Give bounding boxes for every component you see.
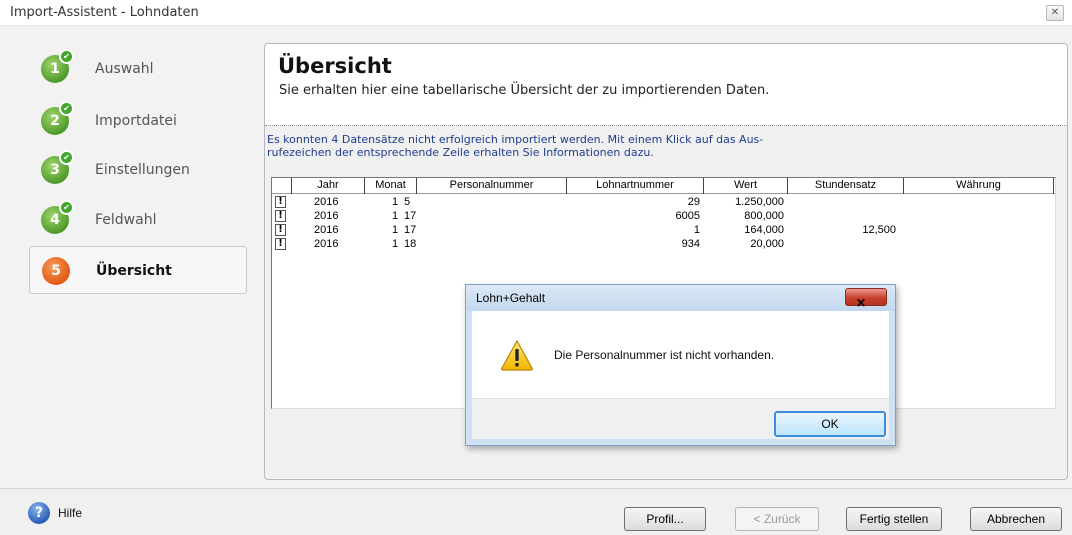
step-number-badge: 5 <box>42 257 70 285</box>
cell-stundensatz <box>792 209 896 223</box>
cell-lohnartnummer: 29 <box>687 196 700 208</box>
cell-wert: 20,000 <box>750 238 784 250</box>
dialog-message: Die Personalnummer ist nicht vorhanden. <box>554 348 775 362</box>
dialog-title: Lohn+Gehalt <box>476 291 546 305</box>
cell-personalnummer: 17 <box>404 210 417 222</box>
profile-button[interactable]: Profil... <box>624 507 706 531</box>
close-icon: ✕ <box>1050 7 1060 18</box>
checkmark-icon: ✔ <box>59 150 74 165</box>
help-link[interactable]: Hilfe <box>58 506 82 520</box>
column-header-monat[interactable]: Monat <box>365 178 417 194</box>
cell-stundensatz <box>792 237 896 251</box>
column-header-wert[interactable]: Wert <box>704 178 788 194</box>
cell-jahr: 2016 <box>314 224 339 236</box>
dialog-titlebar: Lohn+Gehalt ✕ <box>466 285 895 311</box>
step-einstellungen[interactable]: 3 ✔ Einstellungen <box>29 146 247 194</box>
column-header-personalnummer[interactable]: Personalnummer <box>417 178 567 194</box>
table-row[interactable]: ! 2016 1 18 934 20,000 <box>272 237 1055 251</box>
page-title: Übersicht <box>278 54 392 78</box>
cell-wert: 1.250,000 <box>735 196 784 208</box>
ok-button[interactable]: OK <box>774 411 886 437</box>
info-line: Es konnten 4 Datensätze nicht erfolgreic… <box>267 133 764 146</box>
window-titlebar: Import-Assistent - Lohndaten ✕ <box>0 0 1072 26</box>
error-exclamation-button[interactable]: ! <box>275 238 286 250</box>
step-label: Übersicht <box>96 263 172 279</box>
step-label: Feldwahl <box>95 212 157 228</box>
table-row[interactable]: ! 2016 1 17 1 164,000 12,500 <box>272 223 1055 237</box>
cell-personalnummer: 17 <box>404 224 417 236</box>
cell-personalnummer: 18 <box>404 238 417 250</box>
cancel-button[interactable]: Abbrechen <box>970 507 1062 531</box>
table-row[interactable]: ! 2016 1 5 29 1.250,000 <box>272 195 1055 209</box>
back-button[interactable]: < Zurück <box>735 507 819 531</box>
step-importdatei[interactable]: 2 ✔ Importdatei <box>29 97 247 145</box>
cell-lohnartnummer: 934 <box>681 238 700 250</box>
cell-jahr: 2016 <box>314 238 339 250</box>
table-row[interactable]: ! 2016 1 17 6005 800,000 <box>272 209 1055 223</box>
cell-jahr: 2016 <box>314 210 339 222</box>
cell-monat: 1 <box>392 224 399 236</box>
warning-icon <box>501 339 533 371</box>
dialog-close-button[interactable]: ✕ <box>845 288 887 310</box>
error-exclamation-button[interactable]: ! <box>275 196 286 208</box>
error-exclamation-button[interactable]: ! <box>275 210 286 222</box>
panel-header: Übersicht Sie erhalten hier eine tabella… <box>265 44 1067 126</box>
step-uebersicht[interactable]: 5 Übersicht <box>29 246 247 294</box>
step-label: Auswahl <box>95 61 154 77</box>
import-info-text: Es konnten 4 Datensätze nicht erfolgreic… <box>267 133 867 159</box>
page-subtitle: Sie erhalten hier eine tabellarische Übe… <box>279 83 770 98</box>
finish-button[interactable]: Fertig stellen <box>846 507 942 531</box>
step-feldwahl[interactable]: 4 ✔ Feldwahl <box>29 196 247 244</box>
cell-personalnummer: 5 <box>404 196 411 208</box>
cell-lohnartnummer: 6005 <box>675 210 700 222</box>
table-header: Jahr Monat Personalnummer Lohnartnummer … <box>272 178 1055 194</box>
column-header-stundensatz[interactable]: Stundensatz <box>788 178 904 194</box>
step-auswahl[interactable]: 1 ✔ Auswahl <box>29 45 247 93</box>
info-line: rufezeichen der entsprechende Zeile erha… <box>267 146 654 159</box>
cell-lohnartnummer: 1 <box>693 224 700 236</box>
help-icon[interactable]: ? <box>28 502 50 524</box>
cell-stundensatz <box>792 195 896 209</box>
cell-monat: 1 <box>392 210 399 222</box>
column-header-lohnartnummer[interactable]: Lohnartnummer <box>567 178 704 194</box>
close-icon: ✕ <box>856 296 867 310</box>
cell-wert: 800,000 <box>744 210 784 222</box>
window-close-button[interactable]: ✕ <box>1046 5 1064 21</box>
message-dialog: Lohn+Gehalt ✕ Die Personalnummer ist nic… <box>465 284 896 446</box>
cell-stundensatz: 12,500 <box>862 224 896 236</box>
wizard-footer: ? Hilfe Profil... < Zurück Fertig stelle… <box>0 488 1072 535</box>
cell-jahr: 2016 <box>314 196 339 208</box>
dialog-footer: OK <box>472 398 889 439</box>
cell-wert: 164,000 <box>744 224 784 236</box>
step-label: Importdatei <box>95 113 177 129</box>
column-header-waehrung[interactable]: Währung <box>904 178 1054 194</box>
column-header-jahr[interactable]: Jahr <box>292 178 365 194</box>
dialog-body: Die Personalnummer ist nicht vorhanden. <box>472 311 889 398</box>
checkmark-icon: ✔ <box>59 101 74 116</box>
checkmark-icon: ✔ <box>59 200 74 215</box>
error-exclamation-button[interactable]: ! <box>275 224 286 236</box>
checkmark-icon: ✔ <box>59 49 74 64</box>
cell-monat: 1 <box>392 196 399 208</box>
step-label: Einstellungen <box>95 162 190 178</box>
cell-monat: 1 <box>392 238 399 250</box>
column-header-flag[interactable] <box>272 178 292 194</box>
window-title: Import-Assistent - Lohndaten <box>10 5 199 20</box>
